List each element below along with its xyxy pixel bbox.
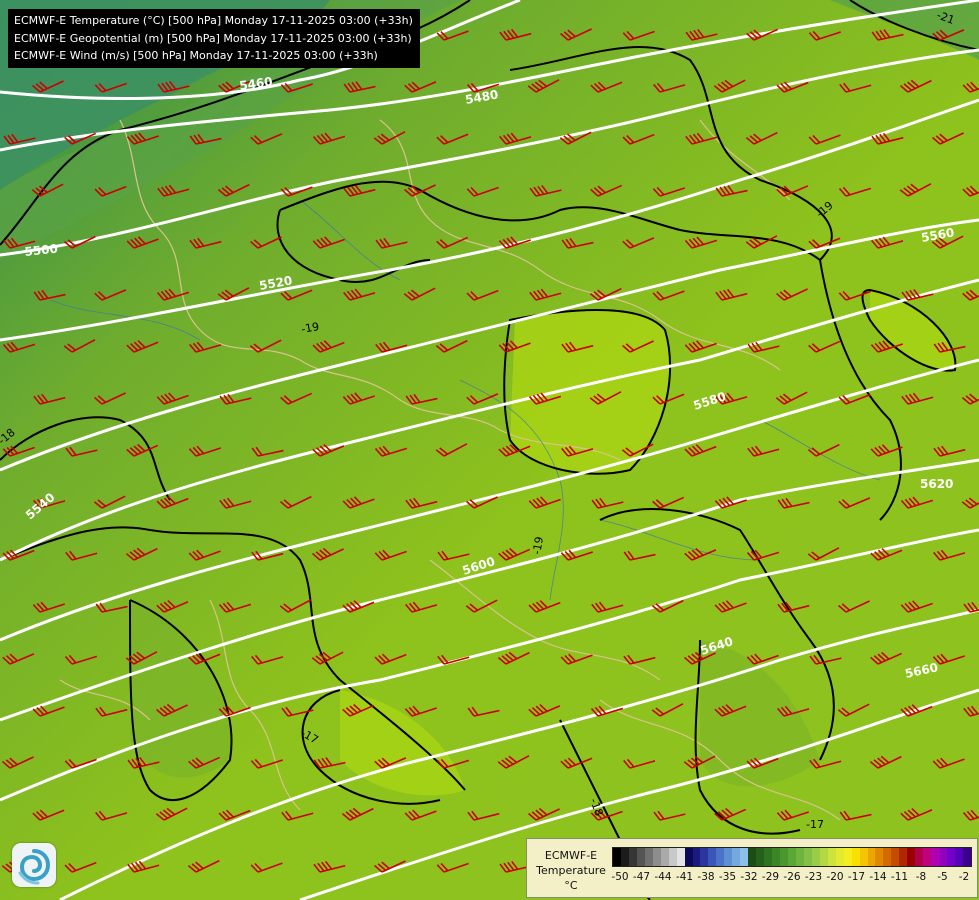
legend-swatch [644, 848, 653, 866]
legend-swatch [684, 848, 693, 866]
ecmwf-spiral-icon [12, 843, 56, 887]
legend-tick-label: -41 [675, 871, 694, 883]
temperature-label: -21 [935, 9, 956, 27]
geopotential-label: 5660 [904, 660, 940, 681]
legend-tick-label: -47 [632, 871, 651, 883]
legend-tick-label: -38 [697, 871, 715, 883]
legend-swatch [947, 848, 955, 866]
legend-swatch [915, 848, 924, 866]
legend-tick-label: -35 [718, 871, 737, 883]
legend-swatch [899, 848, 908, 866]
temperature-label: -19 [300, 320, 320, 336]
legend-swatch [748, 848, 757, 866]
legend-swatch [795, 848, 804, 866]
legend-swatch [716, 848, 725, 866]
legend-swatch [811, 848, 820, 866]
temperature-legend: ECMWF-E Temperature °C -50 -47 -44 -41 -38 -3… [526, 838, 978, 898]
legend-swatch [962, 848, 971, 866]
temperature-label: -17 [806, 818, 824, 831]
legend-color-bar [612, 847, 972, 867]
legend-swatch [954, 848, 963, 866]
geopotential-label: 5540 [23, 490, 58, 522]
legend-swatch [692, 848, 701, 866]
geopotential-label: 5500 [24, 242, 59, 259]
geopotential-label: 5560 [920, 225, 955, 245]
legend-swatch [939, 848, 948, 866]
legend-swatch [708, 848, 717, 866]
temperature-label: -17 [299, 726, 321, 746]
legend-tick-label: -20 [826, 871, 844, 883]
legend-swatch [875, 848, 884, 866]
geopotential-label: 5640 [699, 634, 735, 658]
legend-swatch [891, 848, 900, 866]
legend-swatch [732, 848, 741, 866]
legend-swatch [652, 848, 661, 866]
legend-swatch [740, 848, 749, 866]
legend-model: ECMWF-E [544, 849, 598, 862]
legend-swatch [756, 848, 765, 866]
legend-tick-label: -11 [890, 871, 909, 883]
legend-tick-label: -32 [740, 871, 758, 883]
legend-swatch [628, 848, 637, 866]
legend-swatch [851, 848, 860, 866]
legend-tick-label: -50 [611, 871, 629, 883]
title-wind: ECMWF-E Wind (m/s) [500 hPa] Monday 17-1… [14, 49, 378, 62]
temperature-label: -18 [0, 426, 18, 448]
geopotential-label: 5580 [692, 389, 728, 413]
contour-labels: 5460 5480 5500 5520 5540 5560 5580 5600 … [0, 9, 956, 831]
legend-swatch [787, 848, 796, 866]
legend-swatch [700, 848, 709, 866]
legend-swatch [660, 848, 669, 866]
geopotential-label: 5480 [464, 87, 499, 107]
legend-swatch [636, 848, 645, 866]
legend-swatch [827, 848, 836, 866]
legend-swatch [676, 848, 685, 866]
geopotential-label: 5460 [238, 74, 273, 93]
legend-swatch [923, 848, 932, 866]
legend-tick-label: -29 [761, 871, 780, 883]
geopotential-label: 5520 [258, 273, 293, 293]
legend-swatch [772, 848, 781, 866]
legend-swatch [867, 848, 876, 866]
legend-swatch [764, 848, 773, 866]
legend-tick-label: -26 [783, 871, 801, 883]
forecast-map: 5460 5480 5500 5520 5540 5560 5580 5600 … [0, 0, 979, 900]
legend-swatch [883, 848, 892, 866]
legend-swatch [668, 848, 677, 866]
legend-swatch [819, 848, 828, 866]
legend-unit: °C [564, 879, 578, 892]
geopotential-label: 5620 [920, 477, 953, 491]
temperature-label: -19 [530, 536, 546, 556]
legend-swatch [780, 848, 788, 866]
geopotential-label: 5600 [461, 554, 497, 578]
legend-ticks: -50 -47 -44 -41 -38 -35 -32 -29 -26 -23 -20 -17 -14-… [611, 871, 972, 885]
legend-swatch [620, 848, 629, 866]
legend-tick-label: -8 [915, 871, 927, 883]
temperature-label: -18 [587, 797, 605, 818]
legend-swatch [835, 848, 844, 866]
legend-swatch [724, 848, 733, 866]
legend-tick-label: -2 [958, 871, 970, 883]
legend-swatch [803, 848, 812, 866]
legend-tick-label: -44 [654, 871, 672, 883]
legend-tick-label: -14 [869, 871, 887, 883]
legend-tick-label: -5 [937, 871, 948, 883]
legend-swatch [843, 848, 852, 866]
legend-swatch [907, 848, 916, 866]
title-temperature: ECMWF-E Temperature (°C) [500 hPa] Monda… [14, 14, 413, 27]
legend-variable: Temperature [536, 864, 606, 877]
legend-swatch [613, 848, 621, 866]
legend-tick-label: -23 [804, 871, 823, 883]
temperature-label: -19 [814, 199, 836, 221]
legend-tick-label: -17 [847, 871, 866, 883]
legend-swatch [859, 848, 868, 866]
legend-swatch [931, 848, 940, 866]
legend-title: ECMWF-E Temperature °C [531, 848, 611, 893]
map-title-box: ECMWF-E Temperature (°C) [500 hPa] Monda… [8, 9, 420, 68]
title-geopotential: ECMWF-E Geopotential (m) [500 hPa] Monda… [14, 31, 412, 45]
